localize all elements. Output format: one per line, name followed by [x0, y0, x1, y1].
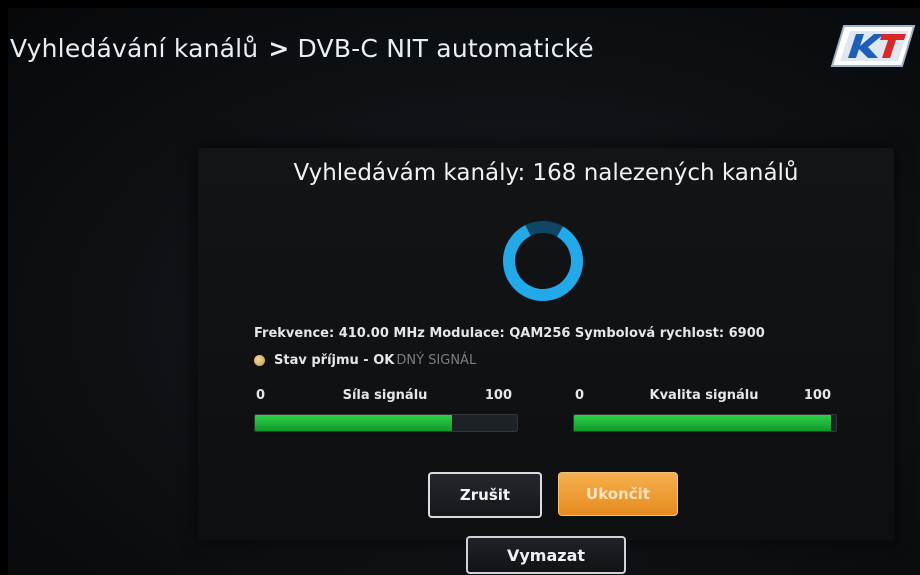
page-title: Vyhledávání kanálů > DVB-C NIT automatické — [10, 34, 594, 63]
reception-status: Stav příjmu - OK DNÝ SIGNÁL — [254, 353, 476, 368]
signal-strength-max: 100 — [484, 388, 512, 403]
signal-strength-label: Síla signálu — [342, 388, 428, 403]
cancel-button[interactable]: Zrušit — [428, 472, 542, 518]
scan-status-title: Vyhledávám kanály: 168 nalezených kanálů — [293, 160, 799, 186]
signal-quality-max: 100 — [803, 388, 831, 403]
loading-spinner-icon — [503, 221, 583, 301]
breadcrumb-page: DVB-C NIT automatické — [297, 34, 594, 63]
signal-strength-fill — [255, 415, 452, 431]
breadcrumb-section: Vyhledávání kanálů — [10, 34, 259, 63]
signal-strength-meter: 0 Síla signálu 100 — [254, 388, 518, 438]
signal-quality-bar — [573, 414, 837, 432]
signal-quality-label: Kvalita signálu — [649, 388, 759, 403]
tuning-info: Frekvence: 410.00 MHz Modulace: QAM256 S… — [254, 326, 765, 341]
reception-status-ghost-text: DNÝ SIGNÁL — [396, 353, 477, 368]
status-dot-icon — [254, 355, 265, 366]
signal-quality-meter: 0 Kvalita signálu 100 — [573, 388, 837, 438]
reception-status-label: Stav příjmu - OK — [274, 353, 395, 368]
signal-strength-bar — [254, 414, 518, 432]
kt-logo-icon — [830, 25, 916, 67]
channel-scan-dialog: Vyhledávám kanály: 168 nalezených kanálů… — [198, 148, 894, 540]
finish-button[interactable]: Ukončit — [558, 472, 678, 516]
clear-button[interactable]: Vymazat — [466, 536, 626, 574]
tv-screen: Vyhledávání kanálů > DVB-C NIT automatické… — [8, 8, 920, 575]
signal-quality-fill — [574, 415, 831, 431]
breadcrumb-separator: > — [268, 34, 290, 63]
